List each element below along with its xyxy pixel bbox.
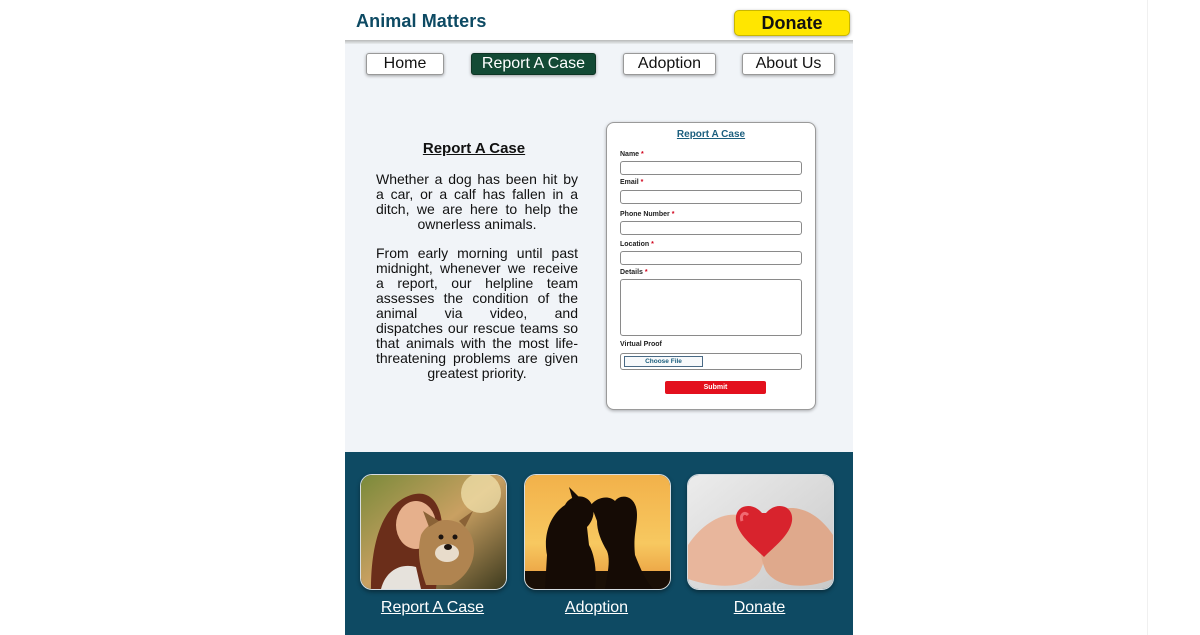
details-label: Details * [620,269,648,276]
choose-file-button[interactable]: Choose File [624,356,703,367]
required-mark: * [644,269,648,276]
donate-button[interactable]: Donate [734,10,850,36]
proof-label: Virtual Proof [620,341,662,348]
proof-file-input[interactable]: Choose File [620,353,802,370]
required-mark: * [671,211,675,218]
report-case-card-image[interactable] [360,474,507,590]
intro-title: Report A Case [422,140,526,157]
footer-link-report-a-case[interactable]: Report A Case [360,599,505,617]
hands-holding-heart-photo [688,475,833,589]
nav-home[interactable]: Home [366,53,444,75]
header-divider [345,40,853,44]
footer-link-donate[interactable]: Donate [687,599,832,617]
details-label-text: Details [620,269,643,276]
nav-adoption[interactable]: Adoption [623,53,716,75]
phone-input[interactable] [620,221,802,235]
silhouette-girl-dog-sunset-photo [525,475,670,589]
name-label-text: Name [620,151,640,158]
name-input[interactable] [620,161,802,175]
required-mark: * [651,241,654,248]
email-input[interactable] [620,190,802,204]
intro-paragraph-2: From early morning until past midnight, … [376,245,578,381]
header: Animal Matters Donate [345,0,853,40]
nav-report-a-case[interactable]: Report A Case [471,53,596,75]
nav-about-us[interactable]: About Us [742,53,835,75]
form-title: Report A Case [676,129,746,140]
details-textarea[interactable] [620,279,802,336]
footer: Report A Case Adoption Donate [345,452,853,635]
name-label: Name * [620,151,644,158]
email-label-text: Email [620,179,639,186]
report-form: Report A Case Name * Email * Phone Numbe… [606,122,816,410]
email-label: Email * [620,179,643,186]
phone-label-text: Phone Number [620,211,670,218]
page: Animal Matters Donate Home Report A Case… [345,0,853,635]
brand-logo[interactable]: Animal Matters [356,11,486,32]
footer-link-adoption[interactable]: Adoption [524,599,669,617]
woman-with-dog-photo [361,475,506,589]
donate-card-image[interactable] [687,474,834,590]
required-mark: * [641,151,644,158]
adoption-card-image[interactable] [524,474,671,590]
intro-paragraph-1: Whether a dog has been hit by a car, or … [376,171,578,232]
submit-button[interactable]: Submit [665,381,766,394]
location-input[interactable] [620,251,802,265]
location-label-text: Location [620,241,650,248]
required-mark: * [640,179,644,186]
page-edge-divider [1147,0,1148,635]
location-label: Location * [620,241,654,248]
phone-label: Phone Number * [620,211,674,218]
